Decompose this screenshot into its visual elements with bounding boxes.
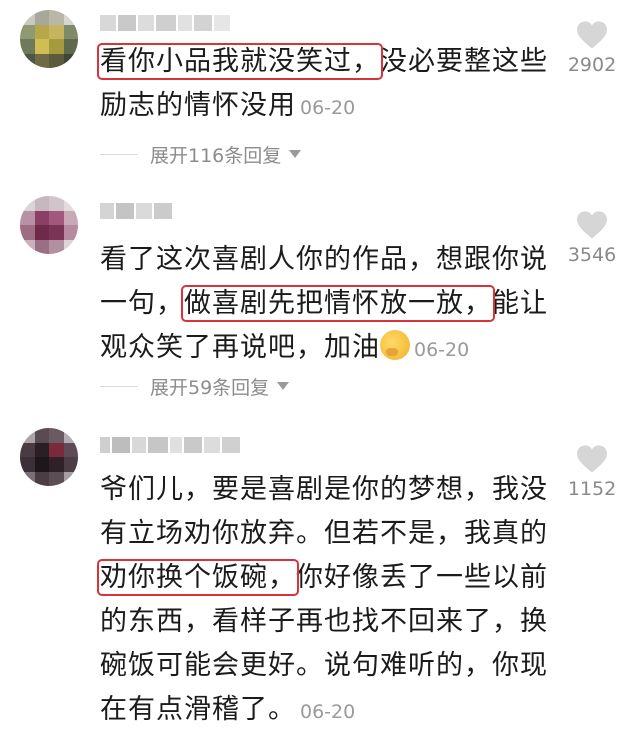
comment-text: 看了这次喜剧人你的作品，想跟你说一句，做喜剧先把情怀放一放，能让观众笑了再说吧，…	[100, 244, 548, 363]
avatar[interactable]	[20, 196, 78, 254]
heart-icon	[577, 445, 607, 473]
divider	[100, 385, 138, 387]
comment-text: 爷们儿，要是喜剧是你的梦想，我没有立场劝你放弃。但若不是，我真的劝你换个饭碗，你…	[97, 474, 548, 725]
avatar[interactable]	[20, 428, 78, 486]
username-blurred[interactable]	[100, 200, 174, 220]
like-count: 3546	[567, 244, 617, 266]
highlighted-phrase: 做喜剧先把情怀放一放，	[181, 285, 495, 322]
like-button[interactable]: 1152	[552, 444, 632, 500]
highlighted-phrase: 看你小品我就没笑过，	[97, 43, 383, 80]
comment-date: 06-20	[300, 97, 356, 119]
heart-icon	[577, 211, 607, 239]
comment-text: 看你小品我就没笑过，没必要整这些励志的情怀没用 06-20	[97, 43, 548, 121]
chevron-down-icon	[289, 150, 302, 158]
username-blurred[interactable]	[100, 434, 242, 454]
thinking-face-emoji	[380, 330, 410, 360]
like-count: 1152	[567, 478, 617, 500]
like-button[interactable]: 2902	[552, 20, 632, 76]
divider	[100, 153, 138, 155]
expand-replies[interactable]: 展开116条回复	[100, 142, 302, 167]
highlighted-phrase: 劝你换个饭碗，	[97, 559, 299, 596]
comment-date: 06-20	[414, 339, 470, 361]
chevron-down-icon	[277, 382, 290, 390]
replies-label: 展开116条回复	[150, 144, 282, 167]
comment-date: 06-20	[300, 701, 356, 723]
like-count: 2902	[567, 54, 617, 76]
avatar[interactable]	[20, 10, 78, 68]
expand-replies[interactable]: 展开59条回复	[100, 374, 290, 399]
username-blurred[interactable]	[100, 12, 232, 32]
like-button[interactable]: 3546	[552, 210, 632, 266]
heart-icon	[577, 21, 607, 49]
replies-label: 展开59条回复	[150, 376, 270, 399]
